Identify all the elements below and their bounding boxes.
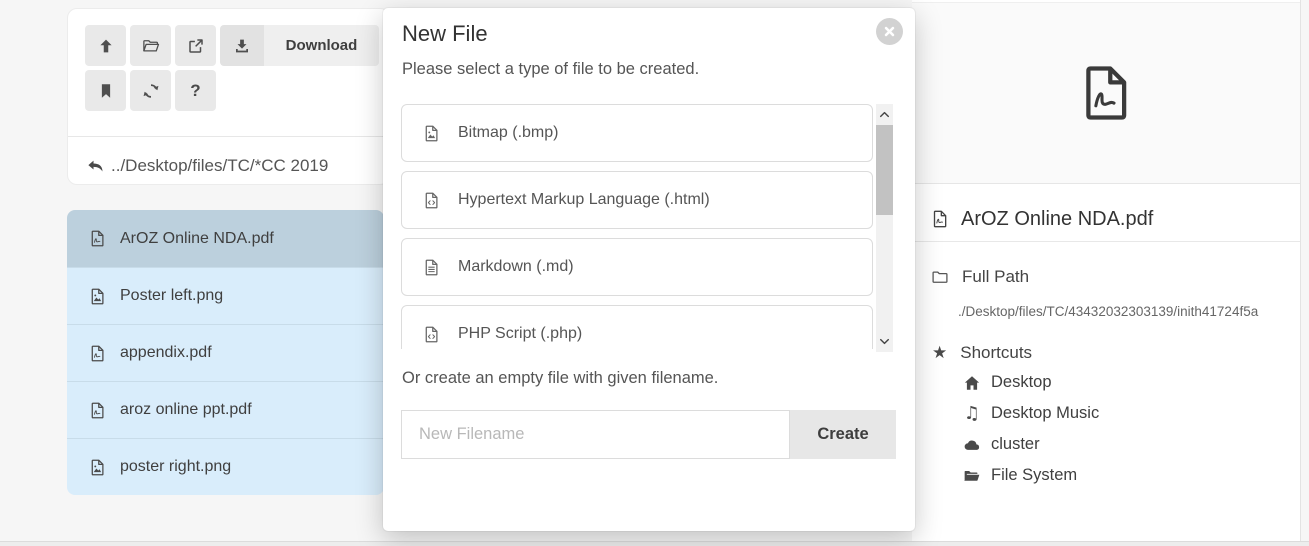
file-name: poster right.png xyxy=(120,458,231,476)
external-link-icon xyxy=(187,37,205,55)
shortcut-desktop[interactable]: Desktop xyxy=(963,367,1099,398)
file-row-aroz-online-nda[interactable]: ArOZ Online NDA.pdf xyxy=(67,210,384,267)
full-path-label: Full Path xyxy=(962,267,1029,287)
text-file-icon xyxy=(422,258,441,277)
file-type-label: Hypertext Markup Language (.html) xyxy=(458,191,710,209)
modal-title: New File xyxy=(402,21,488,47)
details-divider xyxy=(912,241,1300,242)
file-row-poster-right[interactable]: poster right.png xyxy=(67,438,384,495)
pdf-file-icon xyxy=(88,401,107,420)
music-icon: ♫ xyxy=(963,405,981,423)
file-row-aroz-online-ppt[interactable]: aroz online ppt.pdf xyxy=(67,381,384,438)
file-name: aroz online ppt.pdf xyxy=(120,401,252,419)
new-filename-input[interactable] xyxy=(401,410,790,459)
pdf-file-icon xyxy=(88,229,107,248)
home-icon xyxy=(963,374,981,392)
file-name: appendix.pdf xyxy=(120,344,212,362)
image-file-icon xyxy=(88,287,107,306)
folder-open-icon xyxy=(963,467,981,485)
full-path-row: Full Path xyxy=(931,264,1029,290)
image-file-icon xyxy=(88,458,107,477)
file-details-panel: ArOZ Online NDA.pdf Full Path ./Desktop/… xyxy=(912,0,1301,546)
file-type-label: Markdown (.md) xyxy=(458,258,574,276)
breadcrumb-path: ../Desktop/files/TC/*CC 2019 xyxy=(111,156,328,176)
go-up-button[interactable] xyxy=(85,25,126,66)
shortcut-label: cluster xyxy=(991,435,1040,454)
code-file-icon xyxy=(422,191,441,210)
scrollbar-thumb[interactable] xyxy=(876,125,893,215)
arrow-up-icon xyxy=(97,37,115,55)
shortcut-desktop-music[interactable]: ♫ Desktop Music xyxy=(963,398,1099,429)
download-button[interactable]: Download xyxy=(220,25,379,66)
file-name: Poster left.png xyxy=(120,287,223,305)
file-type-scrollbar[interactable] xyxy=(876,104,893,352)
download-button-label: Download xyxy=(264,25,379,66)
shortcut-file-system[interactable]: File System xyxy=(963,460,1099,491)
refresh-button[interactable] xyxy=(130,70,171,111)
or-create-text: Or create an empty file with given filen… xyxy=(402,369,718,388)
refresh-icon xyxy=(142,82,160,100)
pdf-file-icon xyxy=(930,209,950,229)
shortcut-label: Desktop Music xyxy=(991,404,1099,423)
file-row-appendix[interactable]: appendix.pdf xyxy=(67,324,384,381)
open-button[interactable] xyxy=(130,25,171,66)
file-type-php[interactable]: PHP Script (.php) xyxy=(401,305,873,349)
filename-row: Create xyxy=(401,410,896,459)
breadcrumb[interactable]: ../Desktop/files/TC/*CC 2019 xyxy=(86,149,328,183)
file-preview-area xyxy=(912,2,1300,184)
back-reply-icon xyxy=(86,157,105,176)
shortcut-cluster[interactable]: cluster xyxy=(963,429,1099,460)
modal-close-button[interactable] xyxy=(876,18,903,45)
scroll-down-arrow-icon[interactable] xyxy=(878,335,891,348)
folder-icon xyxy=(931,268,949,286)
image-file-icon xyxy=(422,124,441,143)
file-type-list: Bitmap (.bmp) Hypertext Markup Language … xyxy=(401,104,873,349)
file-explorer-toolbar-card: Download ? ../Desktop/files/TC/*CC 2019 xyxy=(67,8,390,185)
modal-subtitle: Please select a type of file to be creat… xyxy=(402,60,699,79)
shortcut-label: Desktop xyxy=(991,373,1052,392)
file-type-markdown[interactable]: Markdown (.md) xyxy=(401,238,873,296)
toolbar-row-2: ? xyxy=(85,70,379,111)
details-heading: ArOZ Online NDA.pdf xyxy=(930,198,1153,240)
open-external-button[interactable] xyxy=(175,25,216,66)
details-file-name: ArOZ Online NDA.pdf xyxy=(961,208,1153,231)
file-type-bitmap[interactable]: Bitmap (.bmp) xyxy=(401,104,873,162)
shortcut-list: Desktop ♫ Desktop Music cluster File Sys… xyxy=(963,367,1099,491)
toolbar-divider xyxy=(68,136,389,137)
create-button[interactable]: Create xyxy=(790,410,896,459)
new-file-modal: New File Please select a type of file to… xyxy=(383,8,915,531)
file-name: ArOZ Online NDA.pdf xyxy=(120,230,274,248)
open-folder-icon xyxy=(142,37,160,55)
file-type-label: Bitmap (.bmp) xyxy=(458,124,558,142)
download-icon xyxy=(233,37,251,55)
pdf-file-icon xyxy=(88,344,107,363)
shortcut-label: File System xyxy=(991,466,1077,485)
shortcuts-label: Shortcuts xyxy=(960,343,1032,363)
bottom-edge-strip xyxy=(0,541,1309,546)
toolbar: Download ? xyxy=(85,25,379,115)
scroll-up-arrow-icon[interactable] xyxy=(878,108,891,121)
star-icon: ★ xyxy=(932,345,947,362)
code-file-icon xyxy=(422,325,441,344)
toolbar-row-1: Download xyxy=(85,25,379,66)
file-list: ArOZ Online NDA.pdf Poster left.png appe… xyxy=(67,210,384,495)
file-type-html[interactable]: Hypertext Markup Language (.html) xyxy=(401,171,873,229)
help-button[interactable]: ? xyxy=(175,70,216,111)
file-row-poster-left[interactable]: Poster left.png xyxy=(67,267,384,324)
close-icon xyxy=(882,24,897,39)
bookmark-icon xyxy=(97,82,115,100)
full-path-value: ./Desktop/files/TC/43432032303139/inith4… xyxy=(958,304,1258,319)
help-button-label: ? xyxy=(190,81,200,101)
bookmark-button[interactable] xyxy=(85,70,126,111)
pdf-file-icon-large xyxy=(1074,57,1138,129)
cloud-icon xyxy=(963,436,981,454)
file-type-label: PHP Script (.php) xyxy=(458,325,582,343)
shortcuts-row: ★ Shortcuts xyxy=(932,340,1032,366)
